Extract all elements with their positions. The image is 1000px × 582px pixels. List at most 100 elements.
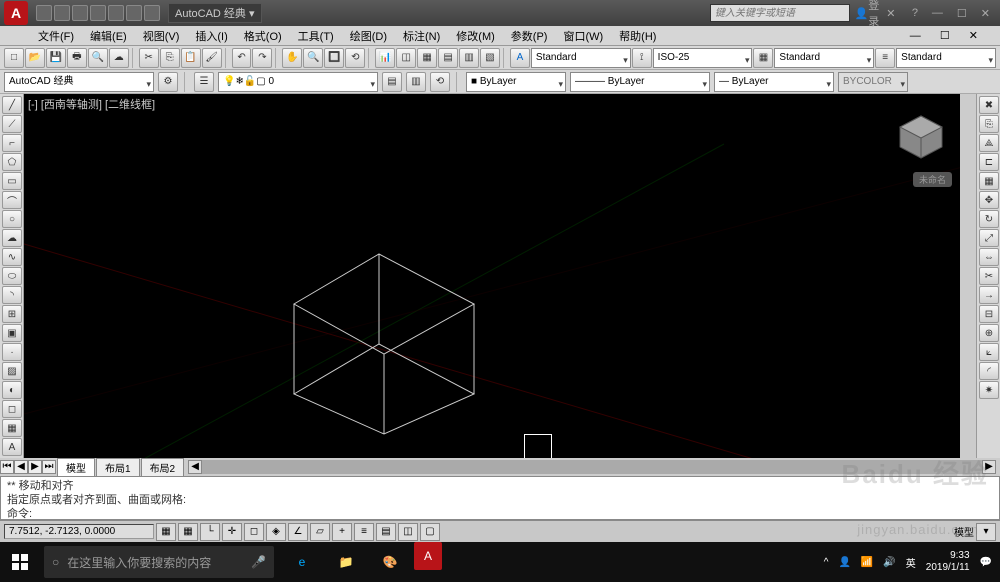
ml-style-combo[interactable]: Standard — [896, 48, 996, 68]
move-icon[interactable]: ✥ — [979, 191, 999, 209]
table-style-combo[interactable]: Standard — [774, 48, 874, 68]
exchange-icon[interactable]: ✕ — [882, 4, 900, 22]
qat-saveas-icon[interactable] — [90, 5, 106, 21]
trim-icon[interactable]: ✂ — [979, 267, 999, 285]
polygon-icon[interactable]: ⬠ — [2, 153, 22, 171]
autocad-task-icon[interactable]: A — [414, 542, 442, 570]
grid-icon[interactable]: ▦ — [178, 523, 198, 541]
match-icon[interactable]: 🖌 — [202, 48, 222, 68]
fillet-icon[interactable]: ◜ — [979, 362, 999, 380]
cut-icon[interactable]: ✂ — [139, 48, 159, 68]
circle-icon[interactable]: ○ — [2, 210, 22, 228]
tray-network-icon[interactable]: 📶 — [861, 557, 873, 568]
break-icon[interactable]: ⊟ — [979, 305, 999, 323]
edge-icon[interactable]: e — [282, 542, 322, 582]
menu-format[interactable]: 格式(O) — [236, 26, 290, 46]
menu-window[interactable]: 窗口(W) — [555, 26, 611, 46]
color-combo[interactable]: ■ ByLayer — [466, 72, 566, 92]
tab-first-icon[interactable]: ⏮ — [0, 460, 14, 474]
doc-max-icon[interactable]: ☐ — [932, 28, 958, 44]
line-icon[interactable]: ╱ — [2, 96, 22, 114]
workspace-selector[interactable]: AutoCAD 经典 ▾ — [168, 3, 262, 23]
lineweight-combo[interactable]: — ByLayer — [714, 72, 834, 92]
zoom-win-icon[interactable]: 🔲 — [324, 48, 344, 68]
rect-icon[interactable]: ▭ — [2, 172, 22, 190]
doc-min-icon[interactable]: — — [902, 28, 929, 44]
text-style-combo[interactable]: Standard — [531, 48, 631, 68]
sheet-icon[interactable]: ▤ — [438, 48, 458, 68]
zoom-rt-icon[interactable]: 🔍 — [303, 48, 323, 68]
start-button[interactable] — [0, 542, 40, 582]
menu-view[interactable]: 视图(V) — [135, 26, 188, 46]
minimize-button[interactable]: — — [932, 7, 943, 20]
array-icon[interactable]: ▦ — [979, 172, 999, 190]
tab-model[interactable]: 模型 — [57, 458, 95, 477]
insert-icon[interactable]: ⊞ — [2, 305, 22, 323]
region-icon[interactable]: ◻ — [2, 400, 22, 418]
coords-readout[interactable]: 7.7512, -2.7123, 0.0000 — [4, 524, 154, 539]
ortho-icon[interactable]: └ — [200, 523, 220, 541]
extend-icon[interactable]: → — [979, 286, 999, 304]
offset-icon[interactable]: ⊏ — [979, 153, 999, 171]
tab-last-icon[interactable]: ⏭ — [42, 460, 56, 474]
mirror-icon[interactable]: ⟁ — [979, 134, 999, 152]
tab-next-icon[interactable]: ▶ — [28, 460, 42, 474]
tray-up-icon[interactable]: ^ — [824, 557, 829, 568]
menu-insert[interactable]: 插入(I) — [187, 26, 235, 46]
arc-icon[interactable]: ⌒ — [2, 191, 22, 209]
pline-icon[interactable]: ⌐ — [2, 134, 22, 152]
qat-save-icon[interactable] — [72, 5, 88, 21]
qat-new-icon[interactable] — [36, 5, 52, 21]
sc-icon[interactable]: ▢ — [420, 523, 440, 541]
table-icon[interactable]: ▦ — [2, 419, 22, 437]
spline-icon[interactable]: ∿ — [2, 248, 22, 266]
xline-icon[interactable]: ⟋ — [2, 115, 22, 133]
menu-edit[interactable]: 编辑(E) — [82, 26, 135, 46]
plot-icon[interactable]: 🖶 — [67, 48, 87, 68]
menu-modify[interactable]: 修改(M) — [448, 26, 503, 46]
3dosnap-icon[interactable]: ◈ — [266, 523, 286, 541]
publish-icon[interactable]: ☁ — [109, 48, 129, 68]
qat-redo-icon[interactable] — [144, 5, 160, 21]
new-icon[interactable]: □ — [4, 48, 24, 68]
osnap-icon[interactable]: ◻ — [244, 523, 264, 541]
copy-icon[interactable]: ⎘ — [160, 48, 180, 68]
menu-dimension[interactable]: 标注(N) — [395, 26, 448, 46]
app3-icon[interactable]: 🎨 — [370, 542, 410, 582]
dimstyle-icon[interactable]: ⟟ — [632, 48, 652, 68]
ellipse-icon[interactable]: ⬭ — [2, 267, 22, 285]
explorer-icon[interactable]: 📁 — [326, 542, 366, 582]
dim-style-combo[interactable]: ISO-25 — [653, 48, 753, 68]
signin-button[interactable]: 👤登录 — [858, 4, 876, 22]
copy2-icon[interactable]: ⎘ — [979, 115, 999, 133]
tpalette-icon[interactable]: ▦ — [417, 48, 437, 68]
hatch-icon[interactable]: ▨ — [2, 362, 22, 380]
maximize-button[interactable]: ☐ — [957, 7, 967, 20]
textstyle-icon[interactable]: A — [510, 48, 530, 68]
viewcube[interactable] — [896, 112, 946, 162]
viewcube-home[interactable]: 未命名 — [913, 172, 952, 187]
qat-undo-icon[interactable] — [126, 5, 142, 21]
stretch-icon[interactable]: ⇔ — [979, 248, 999, 266]
layer-props-icon[interactable]: ☰ — [194, 72, 214, 92]
command-window[interactable]: ** 移动和对齐 指定原点或者对齐到面、曲面或网格: 命令: Baidu 经验 … — [0, 476, 1000, 520]
menu-file[interactable]: 文件(F) — [30, 26, 82, 46]
tab-layout2[interactable]: 布局2 — [141, 458, 185, 477]
erase-icon[interactable]: ✖ — [979, 96, 999, 114]
rotate-icon[interactable]: ↻ — [979, 210, 999, 228]
mlstyle-icon[interactable]: ≡ — [875, 48, 895, 68]
snap-icon[interactable]: ▦ — [156, 523, 176, 541]
tab-layout1[interactable]: 布局1 — [96, 458, 140, 477]
undo-icon[interactable]: ↶ — [232, 48, 252, 68]
help-search-input[interactable] — [710, 4, 850, 22]
pan-icon[interactable]: ✋ — [282, 48, 302, 68]
properties-icon[interactable]: 📊 — [375, 48, 395, 68]
mtext-icon[interactable]: A — [2, 438, 22, 456]
workspace-combo[interactable]: AutoCAD 经典 — [4, 72, 154, 92]
join-icon[interactable]: ⊕ — [979, 324, 999, 342]
polar-icon[interactable]: ✛ — [222, 523, 242, 541]
qat-print-icon[interactable] — [108, 5, 124, 21]
save-icon[interactable]: 💾 — [46, 48, 66, 68]
gradient-icon[interactable]: ◐ — [2, 381, 22, 399]
open-icon[interactable]: 📂 — [25, 48, 45, 68]
